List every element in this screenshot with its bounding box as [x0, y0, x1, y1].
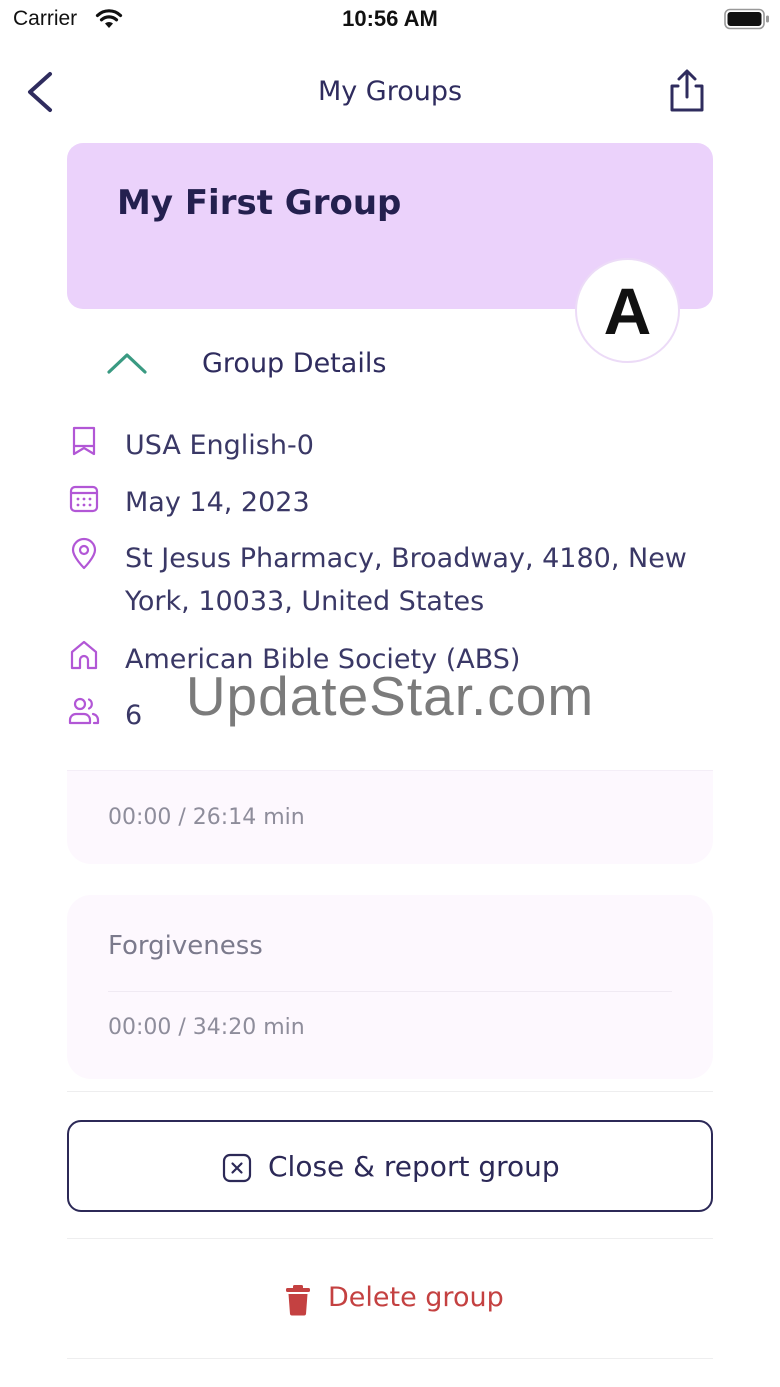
group-details-toggle[interactable]: Group Details: [100, 336, 520, 392]
group-avatar[interactable]: A: [575, 258, 680, 363]
session-card[interactable]: 00:00 / 26:14 min: [67, 770, 713, 864]
calendar-icon: [67, 481, 101, 515]
delete-group-button[interactable]: Delete group: [280, 1278, 520, 1322]
location-line-1: St Jesus Pharmacy, Broadway, 4180, New: [125, 543, 687, 574]
share-icon: [670, 69, 704, 112]
date-value: May 14, 2023: [125, 487, 310, 518]
close-report-group-button[interactable]: Close & report group: [67, 1120, 713, 1212]
group-name: My First Group: [117, 183, 402, 223]
location-pin-icon: [67, 537, 101, 571]
session-card[interactable]: Forgiveness 00:00 / 34:20 min: [67, 895, 713, 1079]
trash-icon: [284, 1284, 312, 1316]
divider: [108, 991, 672, 992]
chevron-up-icon: [107, 353, 147, 374]
close-report-group-label: Close & report group: [268, 1150, 560, 1183]
battery-icon: [724, 8, 770, 30]
share-button[interactable]: [660, 66, 712, 118]
language-value: USA English-0: [125, 430, 314, 461]
clock-label: 10:56 AM: [342, 6, 438, 31]
session-time: 00:00 / 26:14 min: [108, 805, 305, 830]
session-time: 00:00 / 34:20 min: [108, 1015, 305, 1040]
divider: [67, 1238, 713, 1239]
location-line-2: York, 10033, United States: [125, 586, 485, 617]
group-details-label: Group Details: [202, 348, 387, 379]
divider: [67, 1091, 713, 1092]
nav-bar: My Groups: [0, 60, 780, 124]
session-title: Forgiveness: [108, 931, 263, 961]
watermark-text: UpdateStar.com: [185, 665, 595, 727]
divider: [67, 1358, 713, 1359]
delete-group-label: Delete group: [328, 1282, 504, 1313]
close-box-icon: [222, 1153, 252, 1183]
status-bar: Carrier 10:56 AM: [0, 0, 780, 44]
bookmark-icon: [67, 424, 101, 458]
